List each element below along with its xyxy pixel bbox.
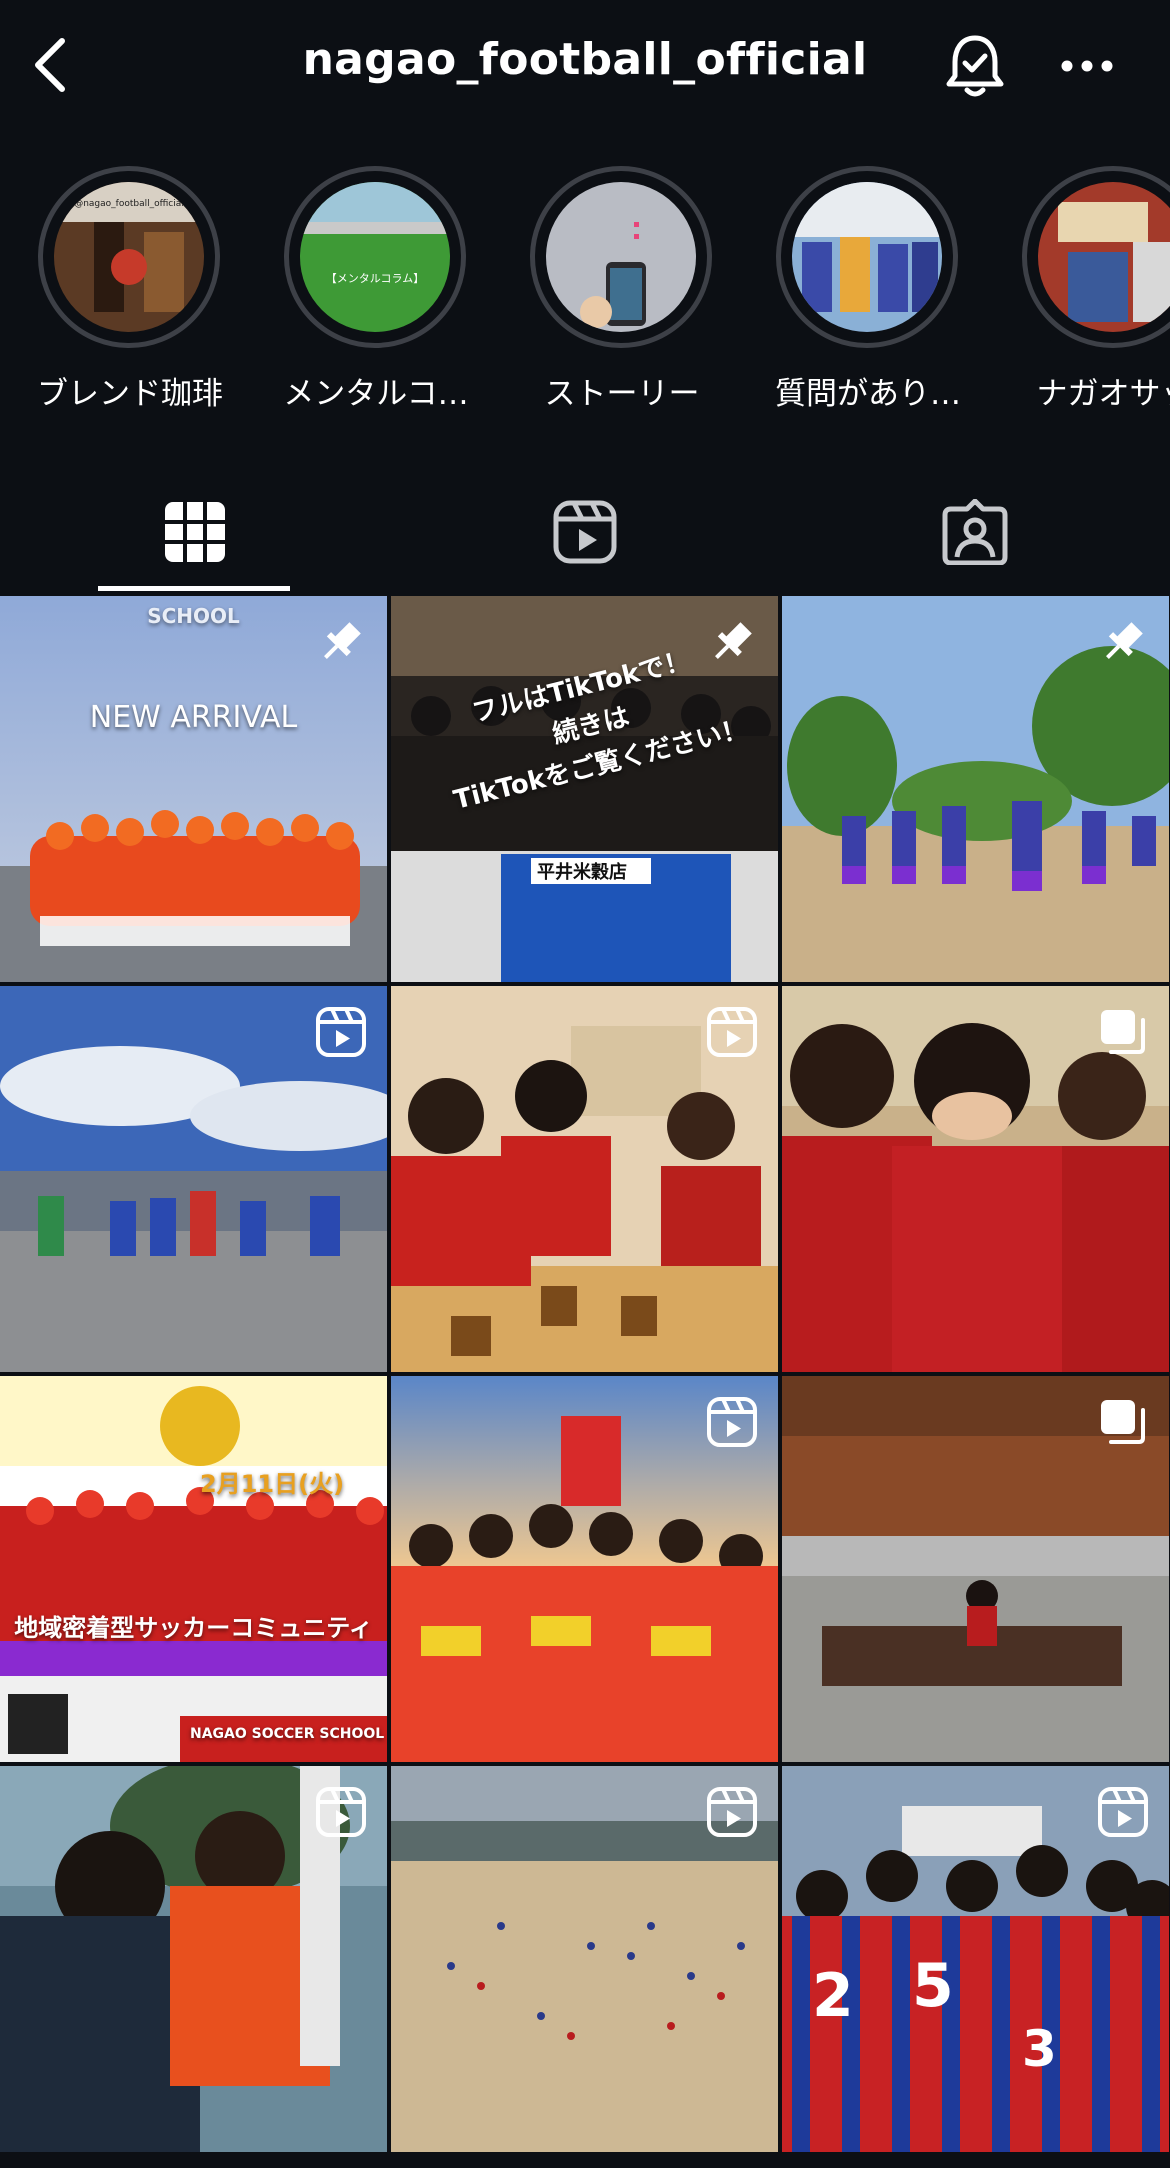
svg-text:5: 5 — [912, 1951, 954, 2021]
reels-icon — [553, 500, 617, 564]
more-options-button[interactable] — [1052, 36, 1122, 96]
highlight-item[interactable]: @nagao_football_official ブレンド珈琲 — [20, 160, 223, 420]
post-tile[interactable] — [0, 1766, 387, 2152]
profile-tabs — [0, 470, 1170, 598]
bell-check-icon — [946, 35, 1004, 97]
chevron-left-icon — [35, 38, 65, 92]
tab-reels[interactable] — [390, 470, 780, 594]
reels-icon — [707, 1007, 757, 1057]
svg-text:@nagao_football_official: @nagao_football_official — [74, 199, 184, 209]
story-highlights: @nagao_football_official ブレンド珈琲 【メンタルコラム… — [0, 160, 1170, 420]
highlight-label: ストーリー — [544, 376, 700, 412]
post-overlay-text: 地域密着型サッカーコミュニティ — [14, 1614, 373, 1642]
highlight-label: メンタルコ… — [283, 376, 469, 412]
svg-text:3: 3 — [1022, 2020, 1057, 2078]
highlight-thumbnail: 【メンタルコラム】 — [300, 182, 450, 332]
post-tile[interactable] — [391, 1376, 778, 1762]
highlight-thumbnail — [792, 182, 942, 332]
post-tile[interactable]: 25 3 — [782, 1766, 1169, 2152]
highlight-item[interactable]: ストーリー — [512, 160, 712, 420]
post-tile[interactable]: SCHOOL NEW ARRIVAL — [0, 596, 387, 982]
post-tile[interactable] — [0, 986, 387, 1372]
highlight-label: 質問があり… — [775, 376, 961, 412]
post-tile[interactable]: フルはTikTokで！ 続きは TikTokをご覧ください！ 平井米穀店 — [391, 596, 778, 982]
active-tab-indicator — [98, 586, 290, 591]
post-top-text: 2月11日(火) — [200, 1470, 345, 1498]
reels-icon — [316, 1007, 366, 1057]
profile-header: nagao_football_official — [0, 0, 1170, 140]
highlight-label: ナガオサッ — [1036, 376, 1170, 412]
post-sub-text: NAGAO SOCCER SCHOOL — [190, 1726, 385, 1742]
tagged-person-icon — [942, 499, 1008, 565]
carousel-icon — [1101, 1010, 1145, 1054]
post-tile[interactable] — [782, 1376, 1169, 1762]
reels-icon — [1098, 1787, 1148, 1837]
highlight-thumbnail: @nagao_football_official — [54, 182, 204, 332]
reels-icon — [707, 1787, 757, 1837]
pin-icon — [324, 622, 361, 659]
highlight-thumbnail — [546, 182, 696, 332]
highlight-item[interactable]: 質問があり… — [758, 160, 961, 420]
svg-text:【メンタルコラム】: 【メンタルコラム】 — [326, 272, 424, 285]
grid-icon — [165, 502, 225, 562]
post-tile[interactable] — [782, 596, 1169, 982]
post-tile[interactable] — [391, 1766, 778, 2152]
post-tile[interactable] — [782, 986, 1169, 1372]
reels-icon — [707, 1397, 757, 1447]
tab-posts[interactable] — [0, 470, 390, 594]
carousel-icon — [1101, 1400, 1145, 1444]
post-tile[interactable]: 2月11日(火) 地域密着型サッカーコミュニティ NAGAO SOCCER SC… — [0, 1376, 387, 1762]
more-horizontal-icon — [1061, 60, 1113, 72]
post-overlay-text: NEW ARRIVAL — [89, 700, 298, 735]
highlight-item[interactable]: 【メンタルコラム】 メンタルコ… — [266, 160, 469, 420]
pin-icon — [715, 622, 752, 659]
tab-tagged[interactable] — [780, 470, 1170, 594]
highlight-label: ブレンド珈琲 — [37, 376, 223, 412]
page-title: nagao_football_official — [302, 34, 868, 85]
back-button[interactable] — [20, 30, 80, 100]
highlight-item[interactable]: ナガオサッ — [1004, 160, 1170, 420]
post-sub-text: 平井米穀店 — [537, 862, 627, 883]
svg-text:2: 2 — [812, 1961, 854, 2031]
post-tile[interactable] — [391, 986, 778, 1372]
posts-grid: SCHOOL NEW ARRIVAL フルはTikTokで！ 続きは TikTo… — [0, 596, 1170, 2168]
pin-icon — [1106, 622, 1143, 659]
notifications-button[interactable] — [938, 30, 1012, 104]
reels-icon — [316, 1787, 366, 1837]
